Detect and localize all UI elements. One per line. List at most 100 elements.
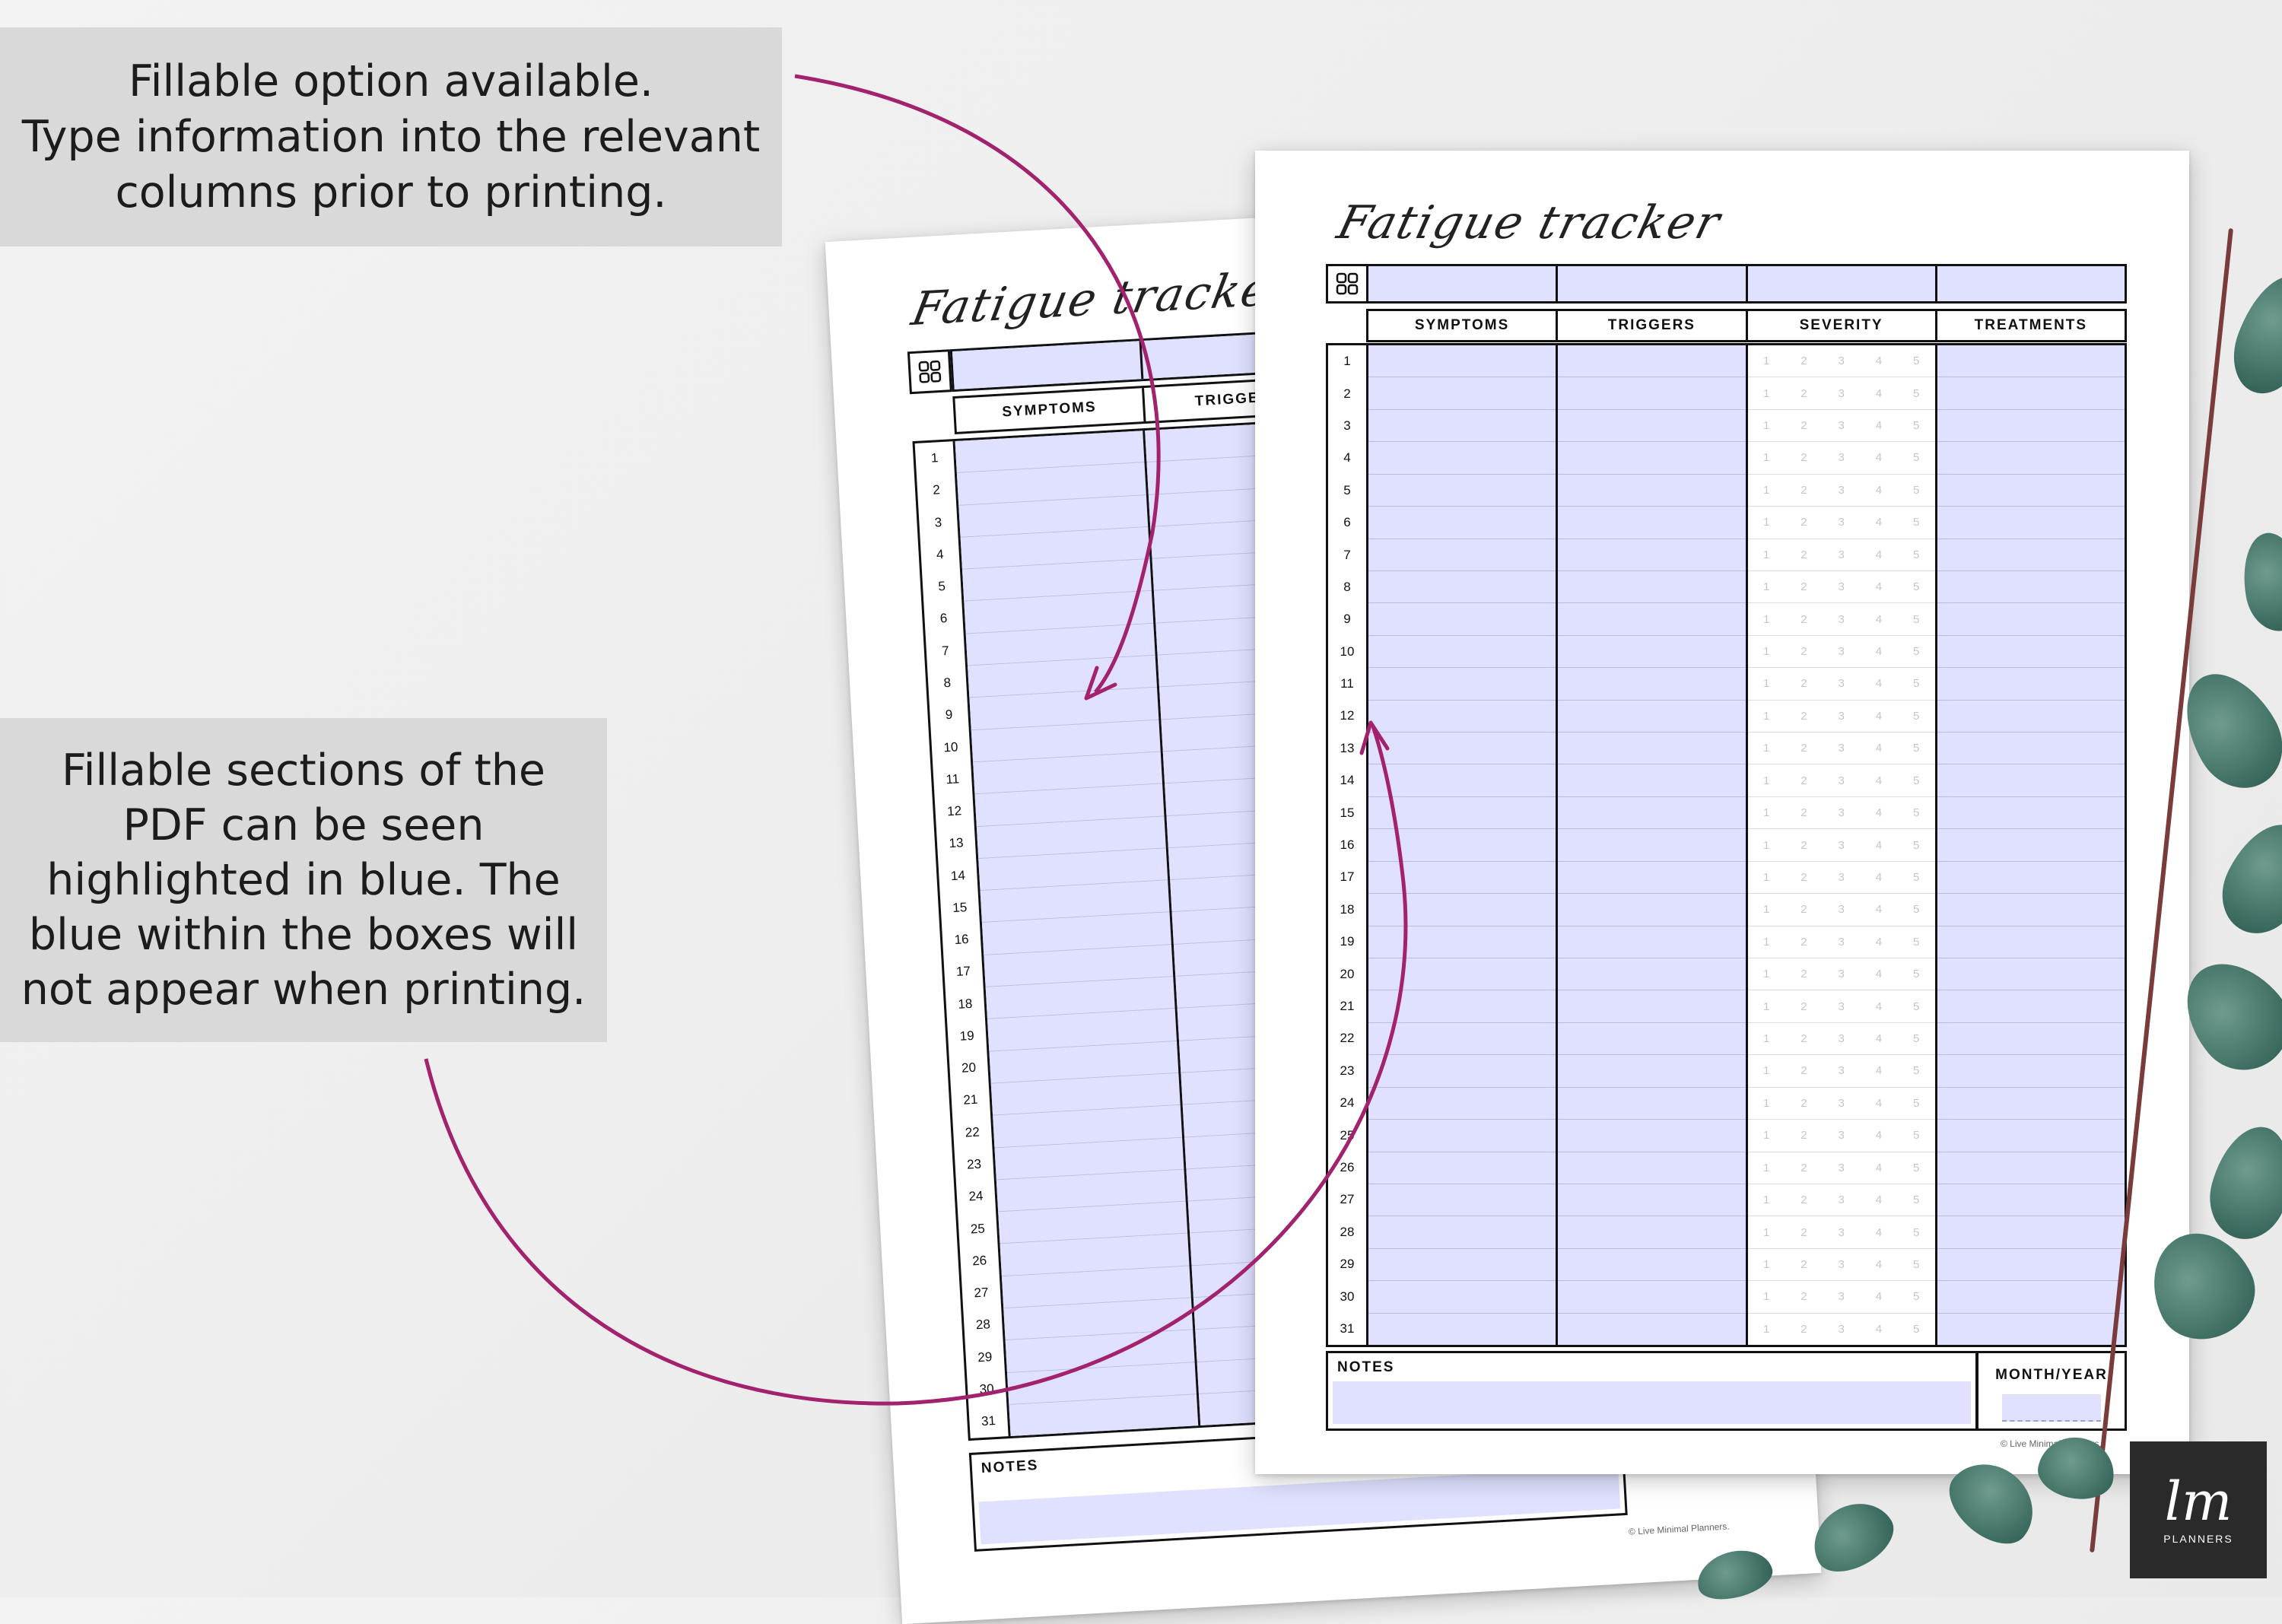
severity-value[interactable]: 5 [1913,1162,1919,1174]
severity-value[interactable]: 5 [1913,742,1919,755]
severity-value[interactable]: 5 [1913,1193,1919,1206]
severity-cell[interactable]: 1 2 3 4 5 [1747,442,1935,475]
severity-value[interactable]: 4 [1876,548,1882,561]
treatments-field[interactable] [1937,861,2125,895]
header-fill-field[interactable] [1368,266,1556,301]
symptoms-field[interactable] [1368,345,1556,378]
severity-value[interactable]: 2 [1800,742,1807,755]
severity-value[interactable]: 5 [1913,710,1919,723]
severity-value[interactable]: 5 [1913,645,1919,658]
triggers-field[interactable] [1558,507,1746,539]
severity-value[interactable]: 2 [1800,710,1807,723]
severity-value[interactable]: 5 [1913,1064,1919,1077]
symptoms-field[interactable] [1368,1184,1556,1217]
severity-value[interactable]: 5 [1913,1323,1919,1336]
severity-value[interactable]: 2 [1800,839,1807,852]
symptoms-field[interactable] [1368,603,1556,636]
severity-value[interactable]: 1 [1763,677,1769,690]
severity-value[interactable]: 1 [1763,451,1769,464]
severity-value[interactable]: 1 [1763,613,1769,626]
severity-value[interactable]: 4 [1876,1193,1882,1206]
triggers-field[interactable] [1558,861,1746,895]
triggers-field[interactable] [1558,377,1746,410]
severity-value[interactable]: 2 [1800,1193,1807,1206]
symptoms-field[interactable] [1368,1248,1556,1282]
triggers-field[interactable] [1558,829,1746,862]
symptoms-field[interactable] [1368,409,1556,443]
symptoms-field[interactable] [1368,1087,1556,1120]
triggers-field[interactable] [1558,1152,1746,1184]
triggers-field[interactable] [1558,1281,1746,1314]
severity-value[interactable]: 5 [1913,419,1919,432]
severity-value[interactable]: 1 [1763,1000,1769,1013]
severity-value[interactable]: 1 [1763,1323,1769,1336]
severity-value[interactable]: 3 [1838,645,1844,658]
symptoms-field[interactable] [1368,1055,1556,1088]
severity-value[interactable]: 1 [1763,580,1769,593]
symptoms-field[interactable] [1368,926,1556,959]
severity-value[interactable]: 4 [1876,387,1882,400]
severity-value[interactable]: 5 [1913,1129,1919,1142]
severity-value[interactable]: 3 [1838,1193,1844,1206]
severity-value[interactable]: 5 [1913,354,1919,367]
severity-value[interactable]: 5 [1913,548,1919,561]
severity-value[interactable]: 5 [1913,871,1919,884]
severity-value[interactable]: 1 [1763,645,1769,658]
severity-value[interactable]: 2 [1800,774,1807,787]
severity-value[interactable]: 3 [1838,1323,1844,1336]
severity-value[interactable]: 4 [1876,871,1882,884]
severity-value[interactable]: 5 [1913,968,1919,980]
treatments-field[interactable] [1937,377,2125,410]
severity-value[interactable]: 3 [1838,1290,1844,1303]
severity-value[interactable]: 3 [1838,1258,1844,1271]
symptoms-field[interactable] [1368,635,1556,669]
treatments-field[interactable] [1937,507,2125,539]
severity-value[interactable]: 3 [1838,1032,1844,1045]
symptoms-field[interactable] [1368,1313,1556,1346]
severity-value[interactable]: 4 [1876,419,1882,432]
severity-value[interactable]: 2 [1800,677,1807,690]
severity-value[interactable]: 4 [1876,774,1882,787]
triggers-field[interactable] [1558,958,1746,991]
severity-value[interactable]: 5 [1913,516,1919,529]
symptoms-field[interactable] [1368,539,1556,571]
severity-cell[interactable]: 1 2 3 4 5 [1747,829,1935,862]
symptoms-field[interactable] [1368,1152,1556,1184]
severity-value[interactable]: 4 [1876,1129,1882,1142]
triggers-field[interactable] [1558,1087,1746,1120]
severity-value[interactable]: 2 [1800,1032,1807,1045]
severity-value[interactable]: 3 [1838,451,1844,464]
severity-value[interactable]: 4 [1876,1097,1882,1110]
severity-value[interactable]: 4 [1876,354,1882,367]
severity-value[interactable]: 1 [1763,516,1769,529]
severity-value[interactable]: 2 [1800,871,1807,884]
severity-value[interactable]: 1 [1763,806,1769,819]
severity-value[interactable]: 4 [1876,903,1882,916]
severity-value[interactable]: 5 [1913,1258,1919,1271]
severity-value[interactable]: 1 [1763,1193,1769,1206]
severity-value[interactable]: 2 [1800,968,1807,980]
severity-value[interactable]: 3 [1838,806,1844,819]
triggers-field[interactable] [1558,442,1746,475]
treatments-field[interactable] [1937,474,2125,507]
treatments-field[interactable] [1937,1281,2125,1314]
treatments-field[interactable] [1937,1184,2125,1217]
severity-value[interactable]: 4 [1876,613,1882,626]
severity-cell[interactable]: 1 2 3 4 5 [1747,1248,1935,1282]
severity-value[interactable]: 5 [1913,451,1919,464]
treatments-field[interactable] [1937,1022,2125,1056]
severity-value[interactable]: 3 [1838,839,1844,852]
triggers-field[interactable] [1558,990,1746,1023]
severity-value[interactable]: 1 [1763,484,1769,497]
triggers-field[interactable] [1558,926,1746,959]
severity-value[interactable]: 2 [1800,1162,1807,1174]
severity-cell[interactable]: 1 2 3 4 5 [1747,377,1935,410]
severity-value[interactable]: 4 [1876,839,1882,852]
severity-value[interactable]: 3 [1838,419,1844,432]
severity-value[interactable]: 1 [1763,903,1769,916]
severity-value[interactable]: 3 [1838,677,1844,690]
severity-cell[interactable]: 1 2 3 4 5 [1747,507,1935,539]
severity-value[interactable]: 2 [1800,613,1807,626]
triggers-field[interactable] [1558,345,1746,378]
severity-value[interactable]: 5 [1913,1032,1919,1045]
